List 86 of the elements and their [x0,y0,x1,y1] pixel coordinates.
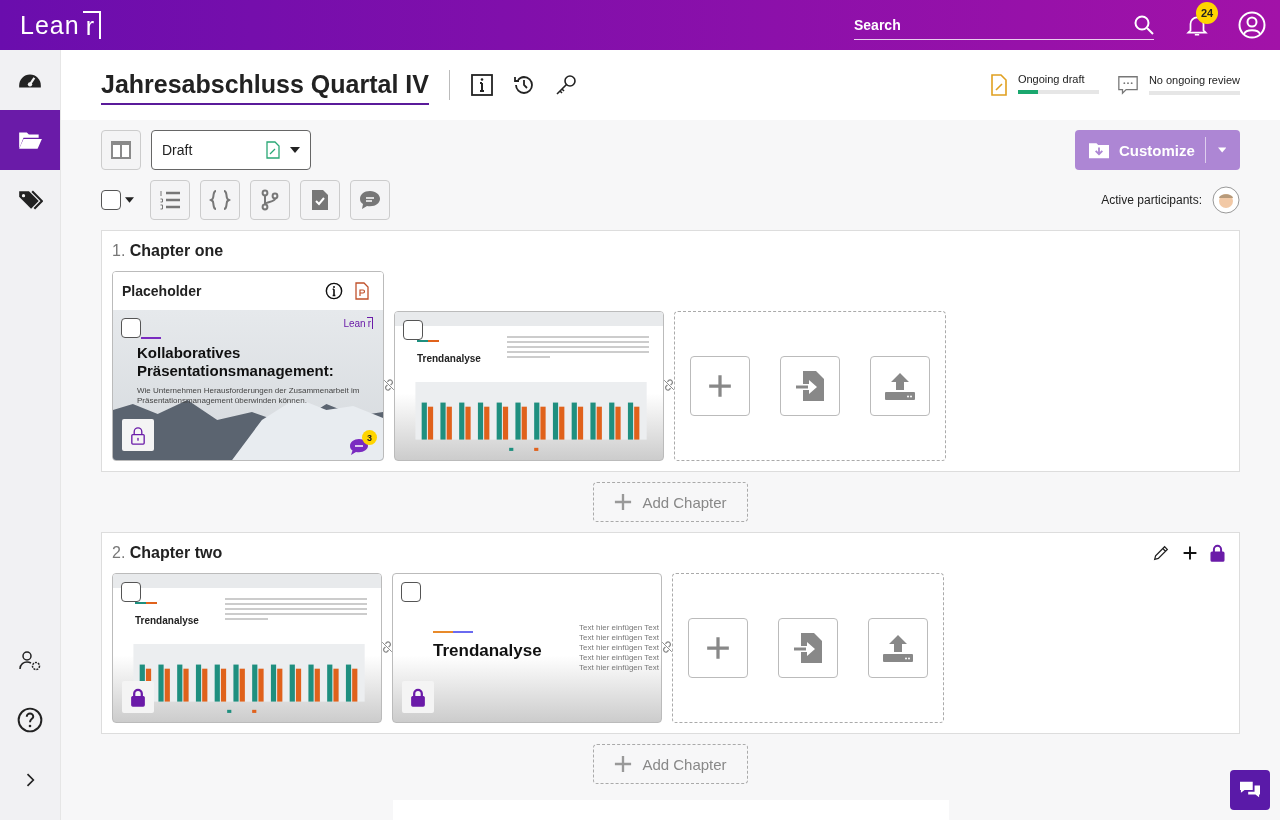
slide-logo: Lean r [343,318,373,329]
slide-text: Text hier einfügen Text [579,653,659,663]
file-import-icon [795,370,825,402]
slide-label: Placeholder [122,283,202,299]
document-check-icon [311,189,329,211]
unlink-icon[interactable] [381,377,397,393]
document-title[interactable]: Jahresabschluss Quartal IV [101,69,429,105]
import-slide-button[interactable] [778,618,838,678]
slide-title: Trendanalyse [135,615,199,626]
slide-title: Trendanalyse [433,641,542,660]
layout-toggle-button[interactable] [101,130,141,170]
pencil-icon[interactable] [1152,544,1170,562]
branch-button[interactable] [250,180,290,220]
notification-badge: 24 [1196,2,1218,24]
chapter-title[interactable]: 2. Chapter two [112,544,223,562]
status-label: Ongoing draft [1017,73,1086,85]
slide-thumbnail[interactable]: Trendanalyse [394,311,664,461]
user-settings-icon [18,648,42,672]
version-dropdown[interactable]: Draft [151,130,311,170]
comment-icon [1116,74,1139,96]
slide-thumbnail[interactable]: Trendanalyse Text hier einfügen Text Text hier einfügen Text Text hier einfügen Text Text hier einfügen Text Text hier einfügen Text [392,573,662,723]
plus-icon [614,493,633,511]
slide-text: Text hier einfügen Text [579,623,659,633]
numbered-list-button[interactable] [150,180,190,220]
approve-document-button[interactable] [300,180,340,220]
status-label: No ongoing review [1148,74,1240,86]
lock-button[interactable] [402,681,434,713]
plus-icon [707,373,733,399]
accent-line [135,602,157,604]
user-avatar-icon[interactable] [1238,11,1266,39]
add-slide-button[interactable] [688,618,748,678]
upload-icon [884,372,916,400]
add-slide-button[interactable] [690,356,750,416]
slide-text: Text hier einfügen Text [579,643,659,653]
slide-checkbox[interactable] [401,582,421,602]
import-slide-button[interactable] [780,356,840,416]
speech-bubble-icon [359,190,381,210]
plus-icon[interactable] [1182,545,1198,561]
participants-label: Active participants: [1101,193,1202,207]
caret-icon[interactable] [125,197,134,203]
slide-title: Kollaboratives Präsentationsmanagement: [137,344,335,380]
sidebar-item[interactable] [0,110,60,170]
columns-icon [110,140,132,160]
unlink-icon[interactable] [661,377,677,393]
app-logo[interactable]: Lean r [20,10,101,40]
slide-text: Text hier einfügen Text [579,633,659,643]
branch-icon [259,189,281,211]
slide-thumbnail[interactable]: Trendanalyse [112,573,382,723]
history-icon[interactable] [511,73,536,97]
caret-icon [290,147,300,153]
select-all-checkbox[interactable] [101,190,121,210]
slide-text: Text hier einfügen Text [579,663,659,673]
chat-button[interactable] [1230,770,1270,810]
upload-button[interactable] [868,618,928,678]
presentation-file-icon [355,282,369,300]
chat-icon [1238,780,1262,800]
code-button[interactable] [200,180,240,220]
slide-title: Trendanalyse [417,353,481,364]
participant-avatar[interactable] [1212,186,1240,214]
plus-icon [614,755,633,773]
help-icon [17,707,43,733]
lock-icon[interactable] [1210,544,1225,562]
search-icon[interactable] [1134,14,1154,35]
comment-button[interactable] [350,180,390,220]
info-icon[interactable] [325,282,343,300]
upload-icon [882,634,914,662]
accent-line [417,340,439,342]
document-edit-icon [989,73,1008,97]
document-icon [266,141,280,159]
braces-icon [209,189,231,211]
upload-button[interactable] [870,356,930,416]
lock-button[interactable] [122,681,154,713]
numbered-list-icon [159,189,181,211]
plus-icon [705,635,731,661]
file-import-icon [793,632,823,664]
slide-checkbox[interactable] [403,320,423,340]
folder-download-icon [1089,140,1109,160]
accent-line [433,631,473,633]
search-field[interactable]: Search [854,16,1134,33]
slide-checkbox[interactable] [121,582,141,602]
info-icon[interactable] [469,73,494,97]
unlink-icon[interactable] [379,639,395,655]
lock-icon [410,687,426,707]
lock-icon [130,687,146,707]
chapter-title[interactable]: 1. Chapter one [112,242,224,260]
unlink-icon[interactable] [659,639,675,655]
